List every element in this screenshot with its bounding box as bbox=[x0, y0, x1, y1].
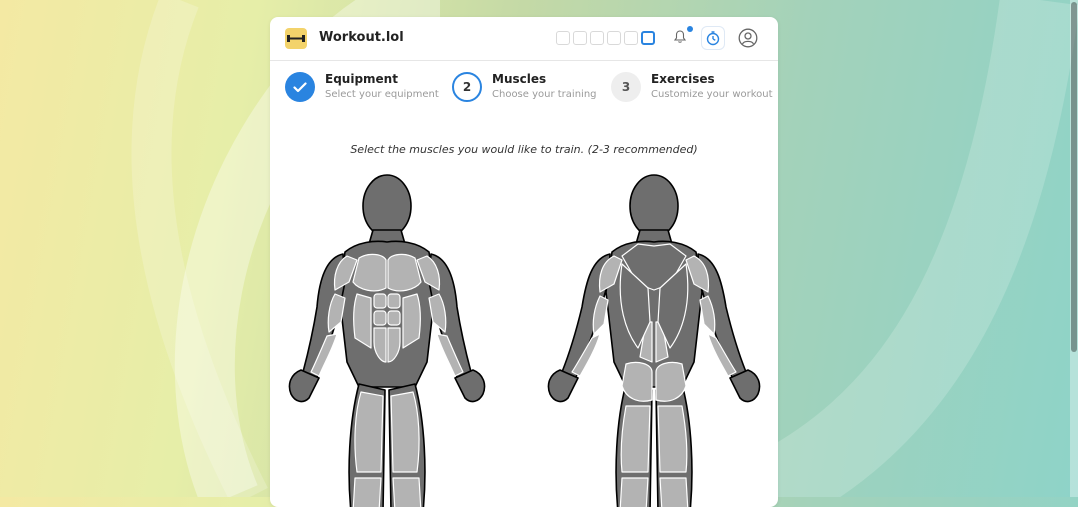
muscle-quad-left[interactable] bbox=[354, 391, 384, 473]
muscle-abs-1[interactable] bbox=[373, 293, 387, 309]
swatch-2[interactable] bbox=[573, 31, 587, 45]
step-title: Equipment bbox=[325, 72, 398, 86]
muscle-hamstring-right[interactable] bbox=[657, 405, 688, 473]
body-back-diagram bbox=[547, 174, 761, 507]
stepper: Equipment Select your equipment 2 Muscle… bbox=[270, 61, 778, 119]
swatch-3[interactable] bbox=[590, 31, 604, 45]
timer-icon bbox=[706, 31, 720, 46]
muscle-calf-right-front[interactable] bbox=[392, 477, 422, 507]
swatch-5[interactable] bbox=[624, 31, 638, 45]
body-front-diagram bbox=[288, 174, 486, 507]
step-number: 3 bbox=[611, 72, 641, 102]
theme-swatches bbox=[556, 31, 655, 45]
muscle-pectoral-right[interactable] bbox=[387, 253, 422, 292]
step-number: 2 bbox=[452, 72, 482, 102]
main-card: Workout.lol Equipment Select your equipm… bbox=[270, 17, 778, 507]
check-icon bbox=[293, 81, 307, 92]
muscle-instruction: Select the muscles you would like to tra… bbox=[350, 143, 698, 156]
muscle-pectoral-left[interactable] bbox=[352, 253, 387, 292]
user-icon[interactable] bbox=[738, 28, 758, 48]
head-back bbox=[629, 174, 679, 238]
muscle-calf-left-back[interactable] bbox=[619, 477, 649, 507]
page-scrollbar[interactable] bbox=[1070, 0, 1078, 497]
notification-dot bbox=[687, 26, 693, 32]
swatch-1[interactable] bbox=[556, 31, 570, 45]
app-title[interactable]: Workout.lol bbox=[319, 30, 404, 45]
timer-button[interactable] bbox=[702, 27, 724, 49]
scrollbar-thumb[interactable] bbox=[1071, 2, 1077, 352]
muscle-quad-right[interactable] bbox=[390, 391, 420, 473]
muscle-abs-4[interactable] bbox=[387, 310, 401, 326]
step-subtitle: Customize your workout bbox=[651, 89, 773, 100]
step-complete-circle bbox=[285, 72, 315, 102]
step-subtitle: Choose your training bbox=[492, 89, 597, 100]
step-subtitle: Select your equipment bbox=[325, 89, 439, 100]
muscle-abs-2[interactable] bbox=[387, 293, 401, 309]
step-title: Muscles bbox=[492, 72, 547, 86]
bell-icon[interactable] bbox=[674, 30, 686, 44]
head-front bbox=[362, 174, 412, 238]
step-title: Exercises bbox=[651, 72, 715, 86]
muscle-hamstring-left[interactable] bbox=[620, 405, 651, 473]
muscle-calf-right-back[interactable] bbox=[659, 477, 689, 507]
muscle-calf-left-front[interactable] bbox=[352, 477, 382, 507]
swatch-4[interactable] bbox=[607, 31, 621, 45]
dumbbell-icon[interactable] bbox=[285, 28, 307, 49]
swatch-6-active[interactable] bbox=[641, 31, 655, 45]
muscle-abs-3[interactable] bbox=[373, 310, 387, 326]
app-header: Workout.lol bbox=[270, 17, 778, 61]
